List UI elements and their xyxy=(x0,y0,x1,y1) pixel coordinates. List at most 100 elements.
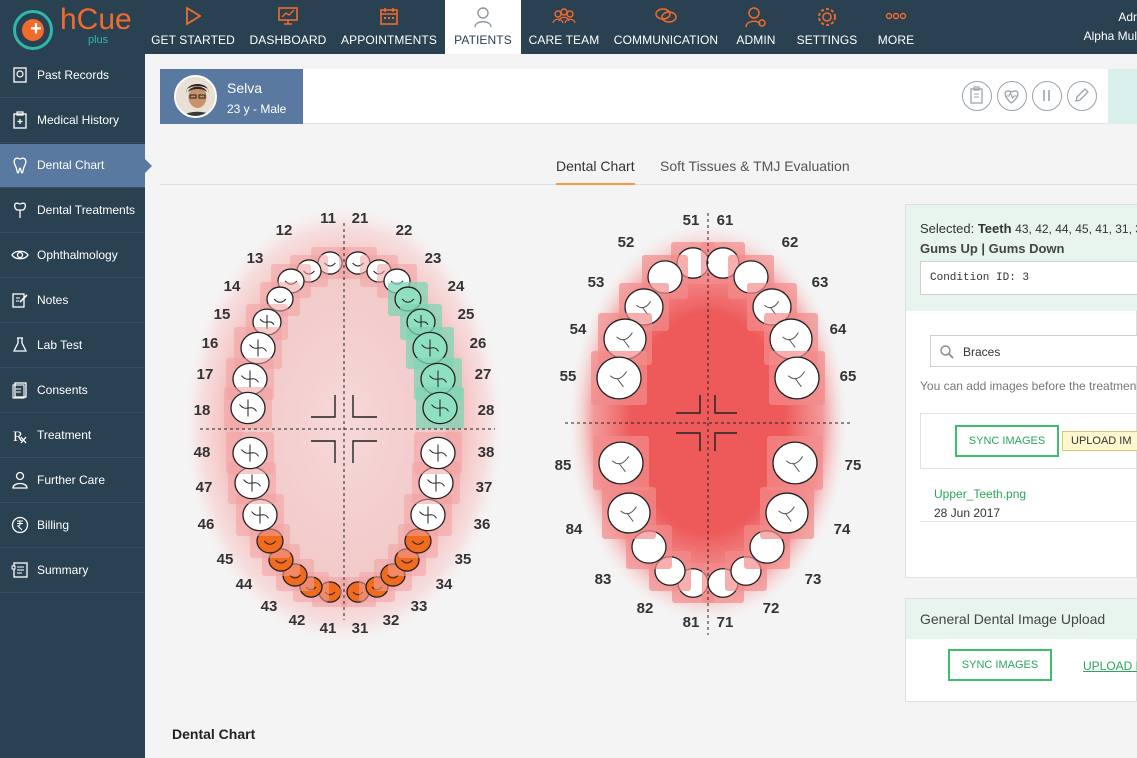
calendar-icon xyxy=(340,0,438,30)
sidebar-item-medical-history[interactable]: Medical History xyxy=(0,99,145,143)
general-upload-header: General Dental Image Upload xyxy=(906,599,1137,639)
sidebar-item-summary[interactable]: Summary xyxy=(0,549,145,593)
care-icon xyxy=(12,471,28,489)
sidebar: Past Records Medical History Dental Char… xyxy=(0,54,152,758)
file-date: 28 Jun 2017 xyxy=(934,506,1001,520)
nav-dashboard[interactable]: DASHBOARD xyxy=(248,0,328,54)
tooth-number-25: 25 xyxy=(458,306,475,323)
sidebar-item-lab-test[interactable]: Lab Test xyxy=(0,324,145,368)
clipboard-button[interactable] xyxy=(962,81,992,111)
tab-soft-tissues-tmj[interactable]: Soft Tissues & TMJ Evaluation xyxy=(660,158,850,185)
user-menu[interactable]: Adr Alpha Mul xyxy=(1077,8,1137,46)
tooth-number-83: 83 xyxy=(595,571,612,588)
nav-communication[interactable]: COMMUNICATION xyxy=(612,0,720,54)
tooth-75[interactable] xyxy=(767,436,823,490)
sidebar-item-notes[interactable]: Notes xyxy=(0,279,145,323)
records-icon xyxy=(13,67,27,83)
avatar xyxy=(174,75,217,118)
patient-card[interactable]: Selva 23 y - Male xyxy=(160,69,303,124)
tooth-number-84: 84 xyxy=(566,521,583,538)
presentation-icon xyxy=(248,0,328,30)
patient-name: Selva xyxy=(227,80,263,96)
tooth-number-34: 34 xyxy=(436,576,453,593)
tooth-number-45: 45 xyxy=(217,551,234,568)
sidebar-item-dental-chart[interactable]: Dental Chart xyxy=(0,144,152,188)
tooth-number-38: 38 xyxy=(478,444,495,461)
tooth-85[interactable] xyxy=(593,436,649,490)
tooth-number-12: 12 xyxy=(276,222,293,239)
nav-care-team[interactable]: CARE TEAM xyxy=(527,0,601,54)
tooth-18[interactable] xyxy=(224,387,272,429)
tooth-number-52: 52 xyxy=(618,234,635,251)
play-icon xyxy=(148,0,238,30)
tooth-number-72: 72 xyxy=(763,600,780,617)
notes-icon xyxy=(12,293,28,308)
sync-images-button[interactable]: SYNC IMAGES xyxy=(955,425,1059,457)
sidebar-item-ophthalmology[interactable]: Ophthalmology xyxy=(0,234,145,278)
tooth-number-71: 71 xyxy=(717,614,734,631)
tooth-number-81: 81 xyxy=(683,614,700,631)
tooth-number-54: 54 xyxy=(570,321,587,338)
tooth-48[interactable] xyxy=(226,432,274,474)
tooth-number-64: 64 xyxy=(830,321,847,338)
tooth-number-13: 13 xyxy=(247,250,264,267)
sidebar-item-treatment[interactable]: R Treatment xyxy=(0,414,145,458)
nav-settings[interactable]: SETTINGS xyxy=(793,0,861,54)
user-org: Alpha Mul xyxy=(1083,29,1137,43)
general-sync-images-button[interactable]: SYNC IMAGES xyxy=(948,649,1052,681)
chart-tabs: Dental Chart Soft Tissues & TMJ Evaluati… xyxy=(160,150,1137,185)
tooth-74[interactable] xyxy=(760,487,814,539)
heart-pulse-icon xyxy=(1004,90,1019,104)
tooth-number-51: 51 xyxy=(683,212,700,229)
gear-icon xyxy=(793,0,861,30)
rupee-icon xyxy=(11,516,29,534)
nav-admin[interactable]: ADMIN xyxy=(731,0,781,54)
tooth-number-33: 33 xyxy=(411,598,428,615)
tooth-38[interactable] xyxy=(414,432,462,474)
nav-more[interactable]: MORE xyxy=(870,0,922,54)
tooth-28[interactable] xyxy=(416,387,464,429)
edit-button[interactable] xyxy=(1067,81,1097,111)
tooth-55[interactable] xyxy=(591,351,647,405)
sidebar-item-past-records[interactable]: Past Records xyxy=(0,54,145,98)
file-link[interactable]: Upper_Teeth.png xyxy=(934,487,1026,501)
sidebar-item-dental-treatments[interactable]: Dental Treatments xyxy=(0,189,145,233)
rx-icon: R xyxy=(13,429,27,444)
treatment-search-input[interactable] xyxy=(963,342,1137,362)
hcue-logo[interactable]: + hCue plus xyxy=(0,0,145,54)
child-dental-chart: 51 61 81 71 52 62 82 72 53 63 83 73 54 64 84 74 55 65 85 75 xyxy=(555,212,861,635)
tooth-number-17: 17 xyxy=(197,366,214,383)
logo-text: hCue xyxy=(60,3,132,36)
selected-gums-text: Gums Up | Gums Down xyxy=(920,241,1065,256)
general-upload-link[interactable]: UPLOAD IM xyxy=(1083,659,1137,673)
sidebar-item-billing[interactable]: Billing xyxy=(0,504,145,548)
sidebar-item-consents[interactable]: Consents xyxy=(0,369,145,413)
tooth-number-41: 41 xyxy=(320,620,337,637)
selection-summary: Selected: Teeth 43, 42, 44, 45, 41, 31, … xyxy=(906,205,1137,311)
tooth-icon xyxy=(13,157,27,174)
dental-chart-section-title: Dental Chart xyxy=(172,726,256,742)
nav-appointments[interactable]: APPOINTMENTS xyxy=(340,0,438,54)
app-root: + hCue plus GET STARTED DASHBOARD APPOIN… xyxy=(0,0,1137,758)
pause-button[interactable] xyxy=(1032,81,1062,111)
tooth-number-26: 26 xyxy=(470,335,487,352)
upload-images-button[interactable]: UPLOAD IM xyxy=(1062,431,1137,451)
nav-patients[interactable]: PATIENTS xyxy=(445,0,521,54)
header-right-panel xyxy=(1108,69,1137,124)
tab-dental-chart[interactable]: Dental Chart xyxy=(556,158,635,185)
tooth-65[interactable] xyxy=(769,351,825,405)
nav-get-started[interactable]: GET STARTED xyxy=(148,0,238,54)
history-icon xyxy=(13,111,27,129)
admin-icon xyxy=(731,0,781,30)
condition-id-field[interactable]: Condition ID: 3 xyxy=(920,261,1137,295)
tooth-number-11: 11 xyxy=(320,210,336,227)
tooth-84[interactable] xyxy=(602,487,656,539)
pause-icon xyxy=(1043,90,1050,101)
tooth-number-35: 35 xyxy=(455,551,472,568)
treatment-search[interactable] xyxy=(930,335,1137,367)
general-upload-panel: General Dental Image Upload SYNC IMAGES … xyxy=(905,598,1137,702)
tooth-number-16: 16 xyxy=(202,335,219,352)
sidebar-item-further-care[interactable]: Further Care xyxy=(0,459,145,503)
vitals-button[interactable] xyxy=(997,81,1027,111)
top-nav: + hCue plus GET STARTED DASHBOARD APPOIN… xyxy=(0,0,1137,54)
